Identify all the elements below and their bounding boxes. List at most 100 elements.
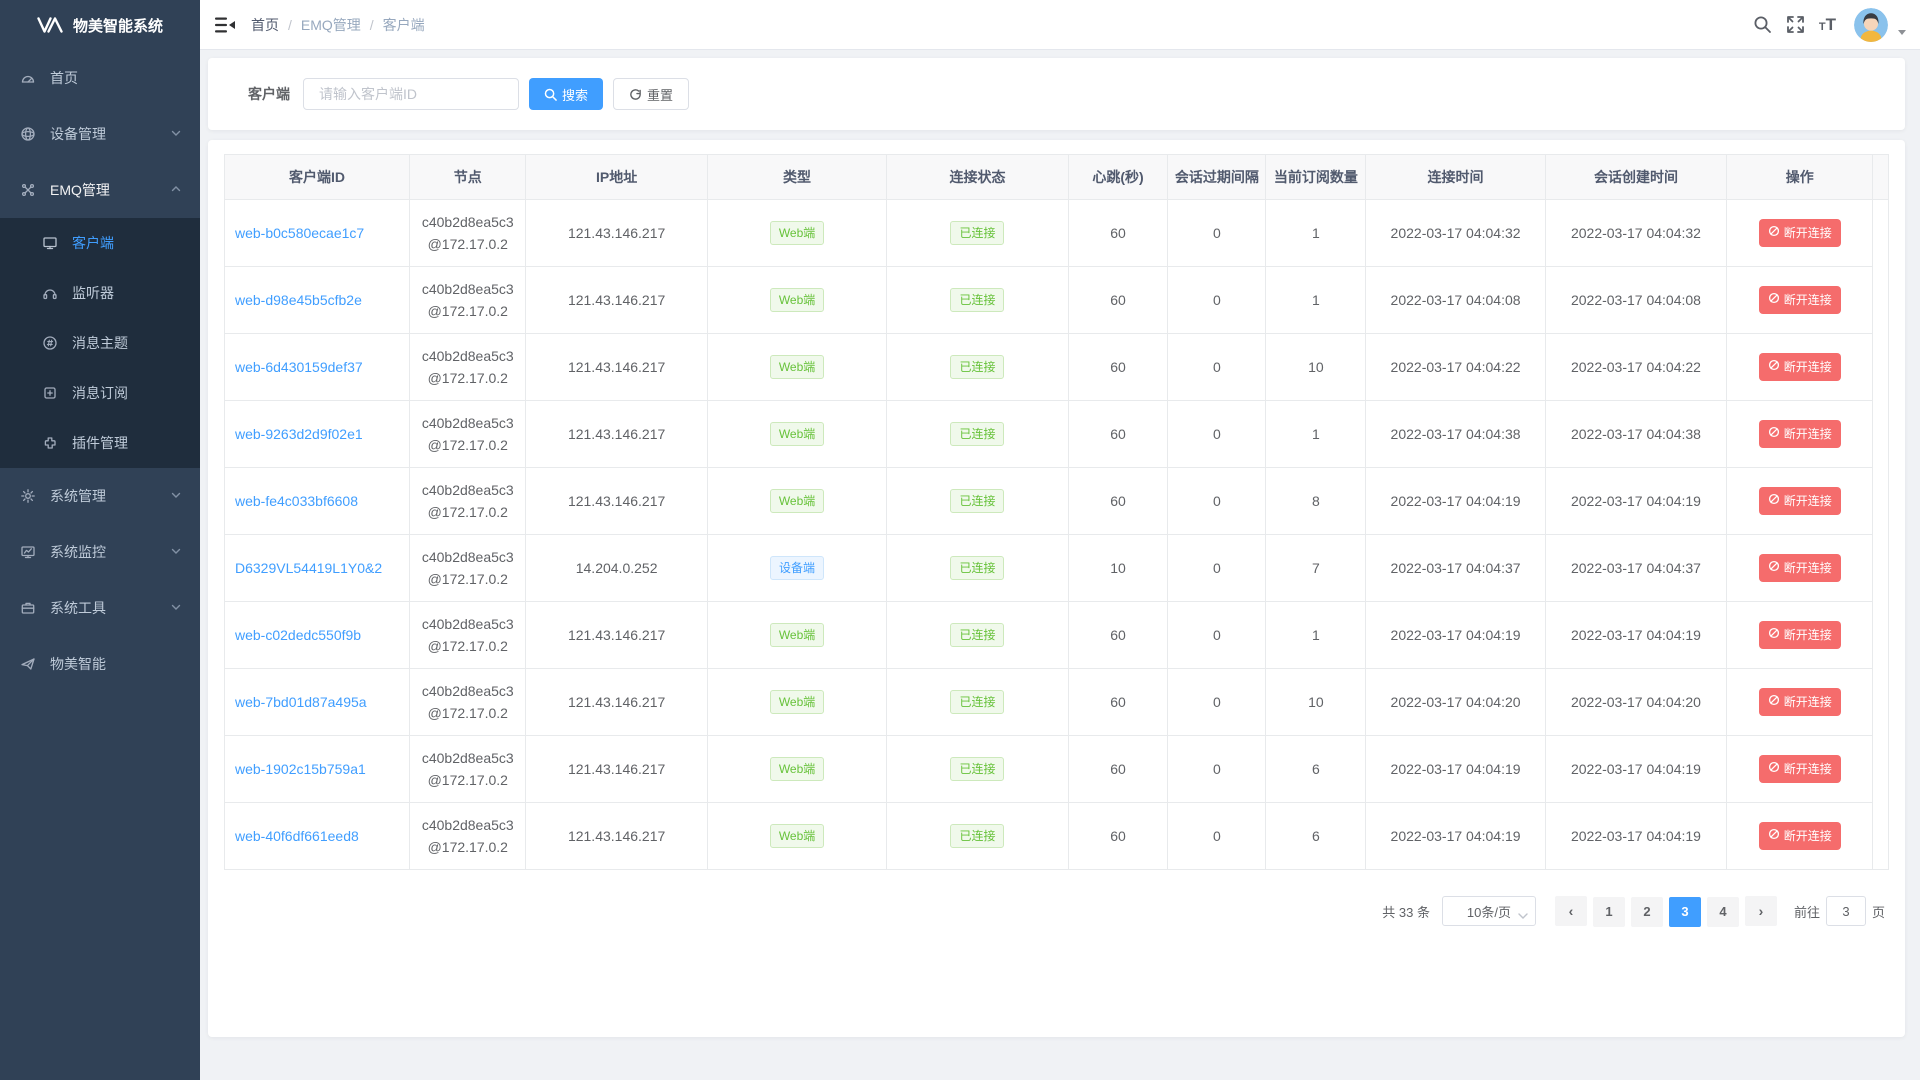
node-name: c40b2d8ea5c3 [410,814,525,836]
status-badge: 已连接 [950,690,1004,714]
sidebar-item-设备管理[interactable]: 设备管理 [0,106,200,162]
scrollbar-gutter [1873,534,1888,601]
disconnect-button[interactable]: 断开连接 [1759,487,1841,515]
topbar: 首页 / EMQ管理 / 客户端 TT [200,0,1920,50]
page-button-3[interactable]: 3 [1669,897,1701,927]
avatar[interactable] [1854,8,1888,42]
node-cell: c40b2d8ea5c3@172.17.0.2 [410,199,526,266]
expiry-cell: 0 [1168,601,1266,668]
fullscreen-icon[interactable] [1786,15,1805,34]
client-id-link[interactable]: web-9263d2d9f02e1 [235,426,363,442]
node-address: @172.17.0.2 [410,836,525,858]
disconnect-button[interactable]: 断开连接 [1759,755,1841,783]
page-button-2[interactable]: 2 [1631,897,1663,927]
disconnect-button[interactable]: 断开连接 [1759,420,1841,448]
created-time-cell: 2022-03-17 04:04:38 [1545,400,1726,467]
type-badge: Web端 [770,757,824,781]
next-page-button[interactable]: › [1745,896,1777,926]
client-id-link[interactable]: web-40f6df661eed8 [235,828,359,844]
sidebar-item-label: 客户端 [72,233,182,253]
type-badge: Web端 [770,489,824,513]
toolbox-icon [20,600,36,616]
sidebar-item-消息主题[interactable]: 消息主题 [0,318,200,368]
font-size-icon[interactable]: TT [1819,15,1836,35]
created-time-cell: 2022-03-17 04:04:22 [1545,333,1726,400]
search-button[interactable]: 搜索 [529,78,603,110]
breadcrumb-home[interactable]: 首页 [251,15,279,35]
scrollbar-gutter [1873,668,1888,735]
status-badge: 已连接 [950,288,1004,312]
sidebar-item-监听器[interactable]: 监听器 [0,268,200,318]
disconnect-icon [1768,627,1780,642]
sidebar-item-物美智能[interactable]: 物美智能 [0,636,200,692]
disconnect-button[interactable]: 断开连接 [1759,688,1841,716]
headset-icon [42,285,58,301]
goto-label: 前往 [1794,902,1820,921]
client-id-link[interactable]: web-7bd01d87a495a [235,694,367,710]
sidebar-item-消息订阅[interactable]: 消息订阅 [0,368,200,418]
search-panel: 客户端 搜索 重置 [208,58,1905,130]
client-id-input[interactable] [303,78,519,110]
search-icon[interactable] [1753,15,1772,34]
sidebar-item-插件管理[interactable]: 插件管理 [0,418,200,468]
disconnect-icon [1768,828,1780,843]
sidebar-item-label: EMQ管理 [50,180,170,200]
disconnect-label: 断开连接 [1784,693,1832,710]
pagination-total: 共 33 条 [1382,902,1430,921]
client-id-link[interactable]: web-d98e45b5cfb2e [235,292,362,308]
table-row: web-d98e45b5cfb2e c40b2d8ea5c3@172.17.0.… [225,266,1888,333]
disconnect-button[interactable]: 断开连接 [1759,621,1841,649]
disconnect-button[interactable]: 断开连接 [1759,286,1841,314]
disconnect-button[interactable]: 断开连接 [1759,219,1841,247]
ip-cell: 121.43.146.217 [526,601,707,668]
client-id-link[interactable]: web-b0c580ecae1c7 [235,225,364,241]
client-id-link[interactable]: D6329VL54419L1Y0&2 [235,560,382,576]
search-field-label: 客户端 [248,84,290,104]
node-address: @172.17.0.2 [410,769,525,791]
keepalive-cell: 60 [1068,199,1168,266]
scrollbar-gutter [1873,601,1888,668]
client-id-link[interactable]: web-c02dedc550f9b [235,627,361,643]
table-row: web-6d430159def37 c40b2d8ea5c3@172.17.0.… [225,333,1888,400]
sidebar-item-系统工具[interactable]: 系统工具 [0,580,200,636]
sidebar-item-label: 系统管理 [50,486,170,506]
sidebar-item-系统监控[interactable]: 系统监控 [0,524,200,580]
disconnect-button[interactable]: 断开连接 [1759,554,1841,582]
client-monitor-icon [42,235,58,251]
client-id-link[interactable]: web-6d430159def37 [235,359,363,375]
disconnect-button[interactable]: 断开连接 [1759,353,1841,381]
plugin-icon [42,435,58,451]
page-button-1[interactable]: 1 [1593,897,1625,927]
paper-plane-icon [20,656,36,672]
sidebar-item-客户端[interactable]: 客户端 [0,218,200,268]
page-button-4[interactable]: 4 [1707,897,1739,927]
node-address: @172.17.0.2 [410,568,525,590]
subscriptions-cell: 1 [1266,266,1366,333]
client-id-link[interactable]: web-1902c15b759a1 [235,761,366,777]
subscriptions-cell: 7 [1266,534,1366,601]
goto-page-input[interactable] [1826,896,1866,926]
created-time-cell: 2022-03-17 04:04:37 [1545,534,1726,601]
sidebar-item-label: 系统监控 [50,542,170,562]
client-id-link[interactable]: web-fe4c033bf6608 [235,493,358,509]
expiry-cell: 0 [1168,266,1266,333]
sidebar-item-首页[interactable]: 首页 [0,50,200,106]
prev-page-button[interactable]: ‹ [1555,896,1587,926]
ip-cell: 14.204.0.252 [526,534,707,601]
scrollbar-gutter [1873,802,1888,869]
sidebar-item-系统管理[interactable]: 系统管理 [0,468,200,524]
pagination-goto: 前往 页 [1794,896,1885,926]
disconnect-button[interactable]: 断开连接 [1759,822,1841,850]
keepalive-cell: 60 [1068,266,1168,333]
sidebar-item-EMQ管理[interactable]: EMQ管理 [0,162,200,218]
reset-button[interactable]: 重置 [613,78,689,110]
user-menu-caret-icon[interactable] [1898,30,1906,35]
breadcrumb-current: 客户端 [383,15,425,35]
page-size-select[interactable]: 10条/页 [1442,896,1536,926]
disconnect-icon [1768,694,1780,709]
sidebar-collapse-icon[interactable] [200,0,251,49]
column-header: 连接状态 [887,155,1068,199]
column-header: 会话创建时间 [1545,155,1726,199]
status-badge: 已连接 [950,355,1004,379]
node-name: c40b2d8ea5c3 [410,412,525,434]
